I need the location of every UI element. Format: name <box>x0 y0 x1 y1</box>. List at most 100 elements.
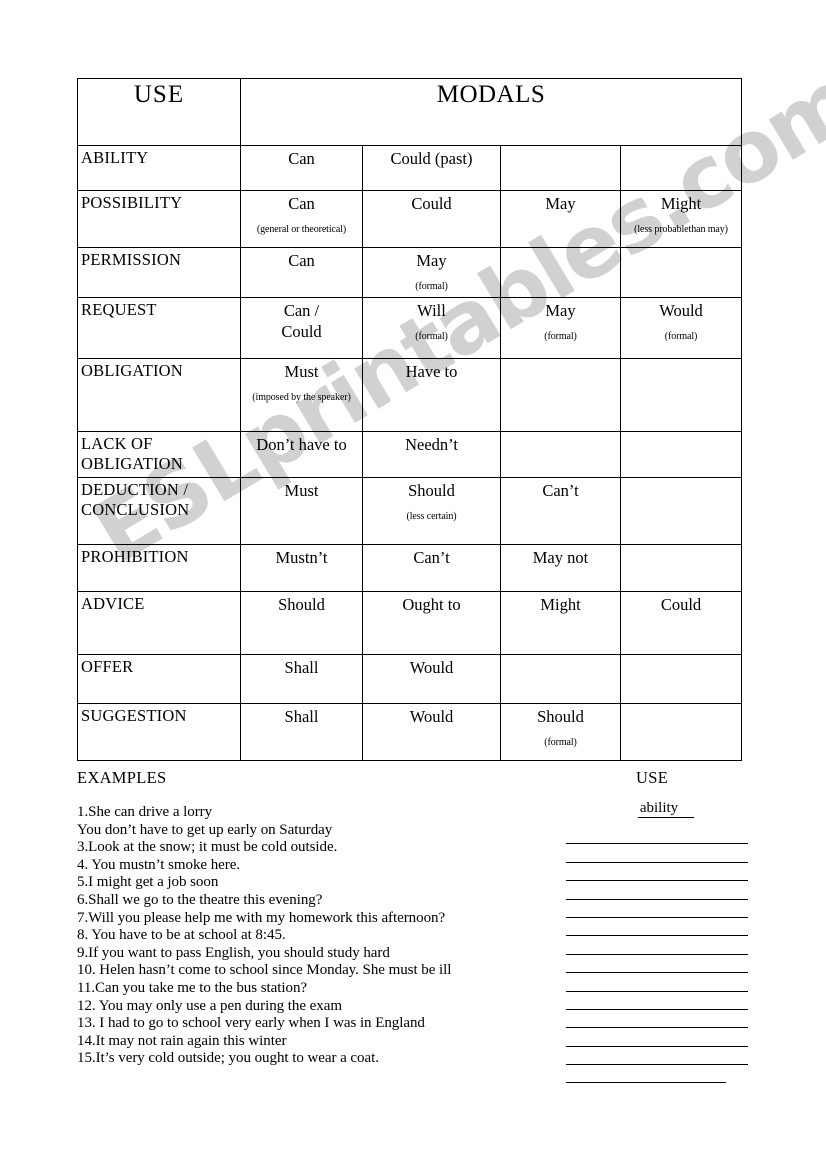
list-item: 3.Look at the snow; it must be cold outs… <box>77 839 338 856</box>
modal-word: May <box>545 300 576 320</box>
table-header-row: USE MODALS <box>77 78 743 146</box>
modal-word: Don’t have to <box>256 434 347 454</box>
modal-word: Could (past) <box>390 149 473 168</box>
use-label: PERMISSION <box>77 247 241 298</box>
modal-cell: Will (formal) <box>362 296 501 359</box>
modal-word: Should <box>537 706 584 726</box>
modal-note: (general or theoretical) <box>256 224 347 236</box>
modal-word: Can <box>288 149 315 168</box>
modal-word: Needn’t <box>405 434 458 454</box>
answer-field-3[interactable] <box>566 844 748 863</box>
use-label: SUGGESTION <box>77 702 241 761</box>
modal-word: Should <box>408 480 455 500</box>
list-item: 5.I might get a job soon <box>77 874 219 891</box>
list-item: 13. I had to go to school very early whe… <box>77 1015 425 1032</box>
answer-field-7[interactable] <box>566 918 748 937</box>
answer-field-5[interactable] <box>566 881 748 900</box>
list-item: 4. You mustn’t smoke here. <box>77 856 241 873</box>
modal-cell: Could <box>619 590 743 655</box>
table-row: LACK OF OBLIGATION Don’t have to Needn’t <box>77 430 743 478</box>
modal-note: (formal) <box>664 330 698 342</box>
modals-table-body: USE MODALS ABILITY Can Could (past) POSS… <box>77 78 743 761</box>
modals-table: USE MODALS ABILITY Can Could (past) POSS… <box>77 78 743 761</box>
answer-field-6[interactable] <box>566 900 748 918</box>
modal-note: (imposed by the speaker) <box>252 391 351 403</box>
list-item: 1.She can drive a lorry <box>77 804 213 820</box>
modal-cell <box>500 357 621 432</box>
answer-field-11[interactable] <box>566 992 748 1010</box>
modal-cell <box>619 476 743 545</box>
table-row: DEDUCTION / CONCLUSION Must Should (less … <box>77 476 743 545</box>
answer-field-2[interactable] <box>566 826 748 845</box>
modal-word: Must <box>284 480 319 500</box>
modal-word: Should <box>278 594 325 614</box>
answer-field-12[interactable] <box>566 1010 748 1029</box>
use-label: DEDUCTION / CONCLUSION <box>77 476 241 545</box>
use-label: LACK OF OBLIGATION <box>77 430 241 478</box>
examples-heading: EXAMPLES <box>77 768 167 787</box>
list-item: 12. You may only use a pen during the ex… <box>77 997 342 1014</box>
modal-word: Would <box>409 657 454 677</box>
modal-word: Shall <box>284 657 319 677</box>
modal-cell: Would <box>362 702 501 761</box>
answer-field-4[interactable] <box>566 863 748 882</box>
table-row: ABILITY Can Could (past) <box>77 145 743 191</box>
modal-cell: Would <box>362 653 501 704</box>
table-row: ADVICE Should Ought to Might Could <box>77 590 743 655</box>
modal-cell <box>619 247 743 298</box>
modal-cell: Have to <box>362 357 501 432</box>
use-label: OFFER <box>77 653 241 704</box>
answer-field-15[interactable] <box>566 1065 726 1084</box>
modal-cell: Should <box>240 590 363 655</box>
answer-field-8[interactable] <box>566 936 748 955</box>
modal-cell <box>619 543 743 592</box>
table-row: REQUEST Can / Could Will (formal) May (form… <box>77 296 743 359</box>
modal-word: Can <box>288 251 315 270</box>
modal-cell: Can (general or theoretical) <box>240 190 363 248</box>
modal-word: Might <box>540 594 581 614</box>
modal-cell: Can’t <box>500 476 621 545</box>
modal-cell: Mustn’t <box>240 543 363 592</box>
answer-field-14[interactable] <box>566 1047 748 1066</box>
answer-field-10[interactable] <box>566 973 748 992</box>
use-label: ADVICE <box>77 590 241 655</box>
use-label: OBLIGATION <box>77 357 241 432</box>
modal-word: Might <box>660 194 702 213</box>
use-column-heading: USE <box>636 768 669 787</box>
modal-cell: Don’t have to <box>240 430 363 478</box>
modal-cell: May (formal) <box>362 247 501 298</box>
modal-word: Could <box>660 594 702 614</box>
modal-word: Could <box>411 194 452 213</box>
modal-cell: Shall <box>240 653 363 704</box>
modal-note: (less certain) <box>406 510 457 522</box>
modal-cell <box>500 653 621 704</box>
modal-cell <box>619 702 743 761</box>
modal-word: Can’t <box>542 480 579 500</box>
modal-cell: Must <box>240 476 363 545</box>
modal-cell <box>619 430 743 478</box>
modal-note: (formal) <box>544 736 577 748</box>
modal-note: (formal) <box>415 281 448 293</box>
modal-cell: Can <box>240 247 363 298</box>
modal-word: Mustn’t <box>275 547 328 567</box>
modal-word: Will <box>417 300 446 320</box>
modal-word-second: Could <box>281 321 322 341</box>
list-item: 11.Can you take me to the bus station? <box>77 979 307 996</box>
answer-field-13[interactable] <box>566 1028 748 1047</box>
modal-cell: May not <box>500 543 621 592</box>
list-item: 7.Will you please help me with my homewo… <box>77 909 446 926</box>
header-modals: MODALS <box>239 78 743 146</box>
table-row: SUGGESTION Shall Would Should (formal) <box>77 702 743 761</box>
modal-word: May <box>545 194 576 213</box>
modal-note: (less probablethan may) <box>634 224 728 236</box>
list-item: 15.It’s very cold outside; you ought to … <box>77 1050 379 1067</box>
modal-word: May <box>416 251 447 270</box>
modal-cell <box>619 653 743 704</box>
answer-field-9[interactable] <box>566 955 748 974</box>
modal-cell <box>500 145 621 191</box>
answer-field-1[interactable]: ability <box>566 800 766 826</box>
modal-word: Have to <box>405 361 458 381</box>
modal-cell: Could (past) <box>362 145 501 191</box>
modal-word: Must <box>284 361 319 381</box>
modal-cell: Shall <box>240 702 363 761</box>
